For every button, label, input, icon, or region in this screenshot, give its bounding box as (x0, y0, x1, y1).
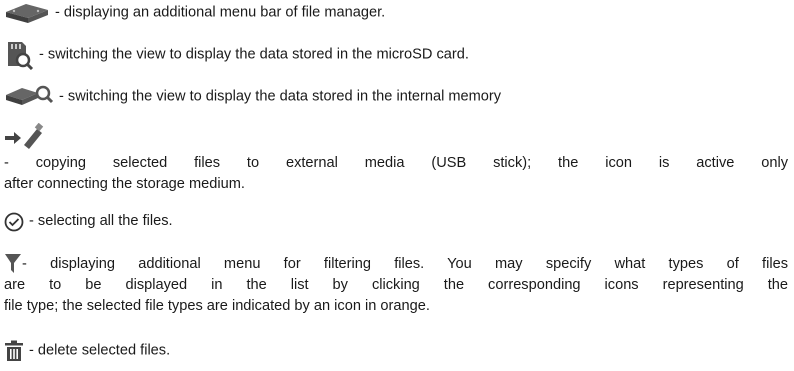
hdd-stack-icon (4, 2, 50, 24)
item-text-line: - displaying additional menu for filteri… (22, 256, 788, 272)
list-item: - copying selected files to external med… (4, 123, 788, 195)
item-text-line: - copying selected files to external med… (4, 155, 788, 171)
item-text: - delete selected files. (29, 342, 171, 359)
list-item: - switching the view to display the data… (4, 40, 788, 70)
list-item: - displaying an additional menu bar of f… (4, 2, 788, 24)
item-text: - displaying an additional menu bar of f… (55, 4, 386, 21)
item-text: - selecting all the files. (29, 213, 173, 229)
item-text-line: after connecting the storage medium. (4, 176, 245, 192)
list-item: - delete selected files. (4, 340, 788, 362)
arrow-usb-stick-icon (4, 123, 788, 151)
check-circle-icon (4, 212, 24, 232)
list-item: - switching the view to display the data… (4, 83, 788, 111)
item-text-line: file type; the selected file types are i… (4, 298, 430, 314)
item-text: - switching the view to display the data… (59, 88, 502, 105)
list-item: - selecting all the files. (4, 211, 788, 232)
trash-icon (4, 340, 24, 362)
funnel-icon (4, 253, 22, 275)
hdd-stack-search-icon (4, 83, 54, 111)
item-text: - switching the view to display the data… (39, 46, 469, 63)
list-item: - displaying additional menu for filteri… (4, 254, 788, 317)
sd-card-search-icon (4, 40, 34, 70)
item-text-line: are to be displayed in the list by click… (4, 277, 788, 293)
